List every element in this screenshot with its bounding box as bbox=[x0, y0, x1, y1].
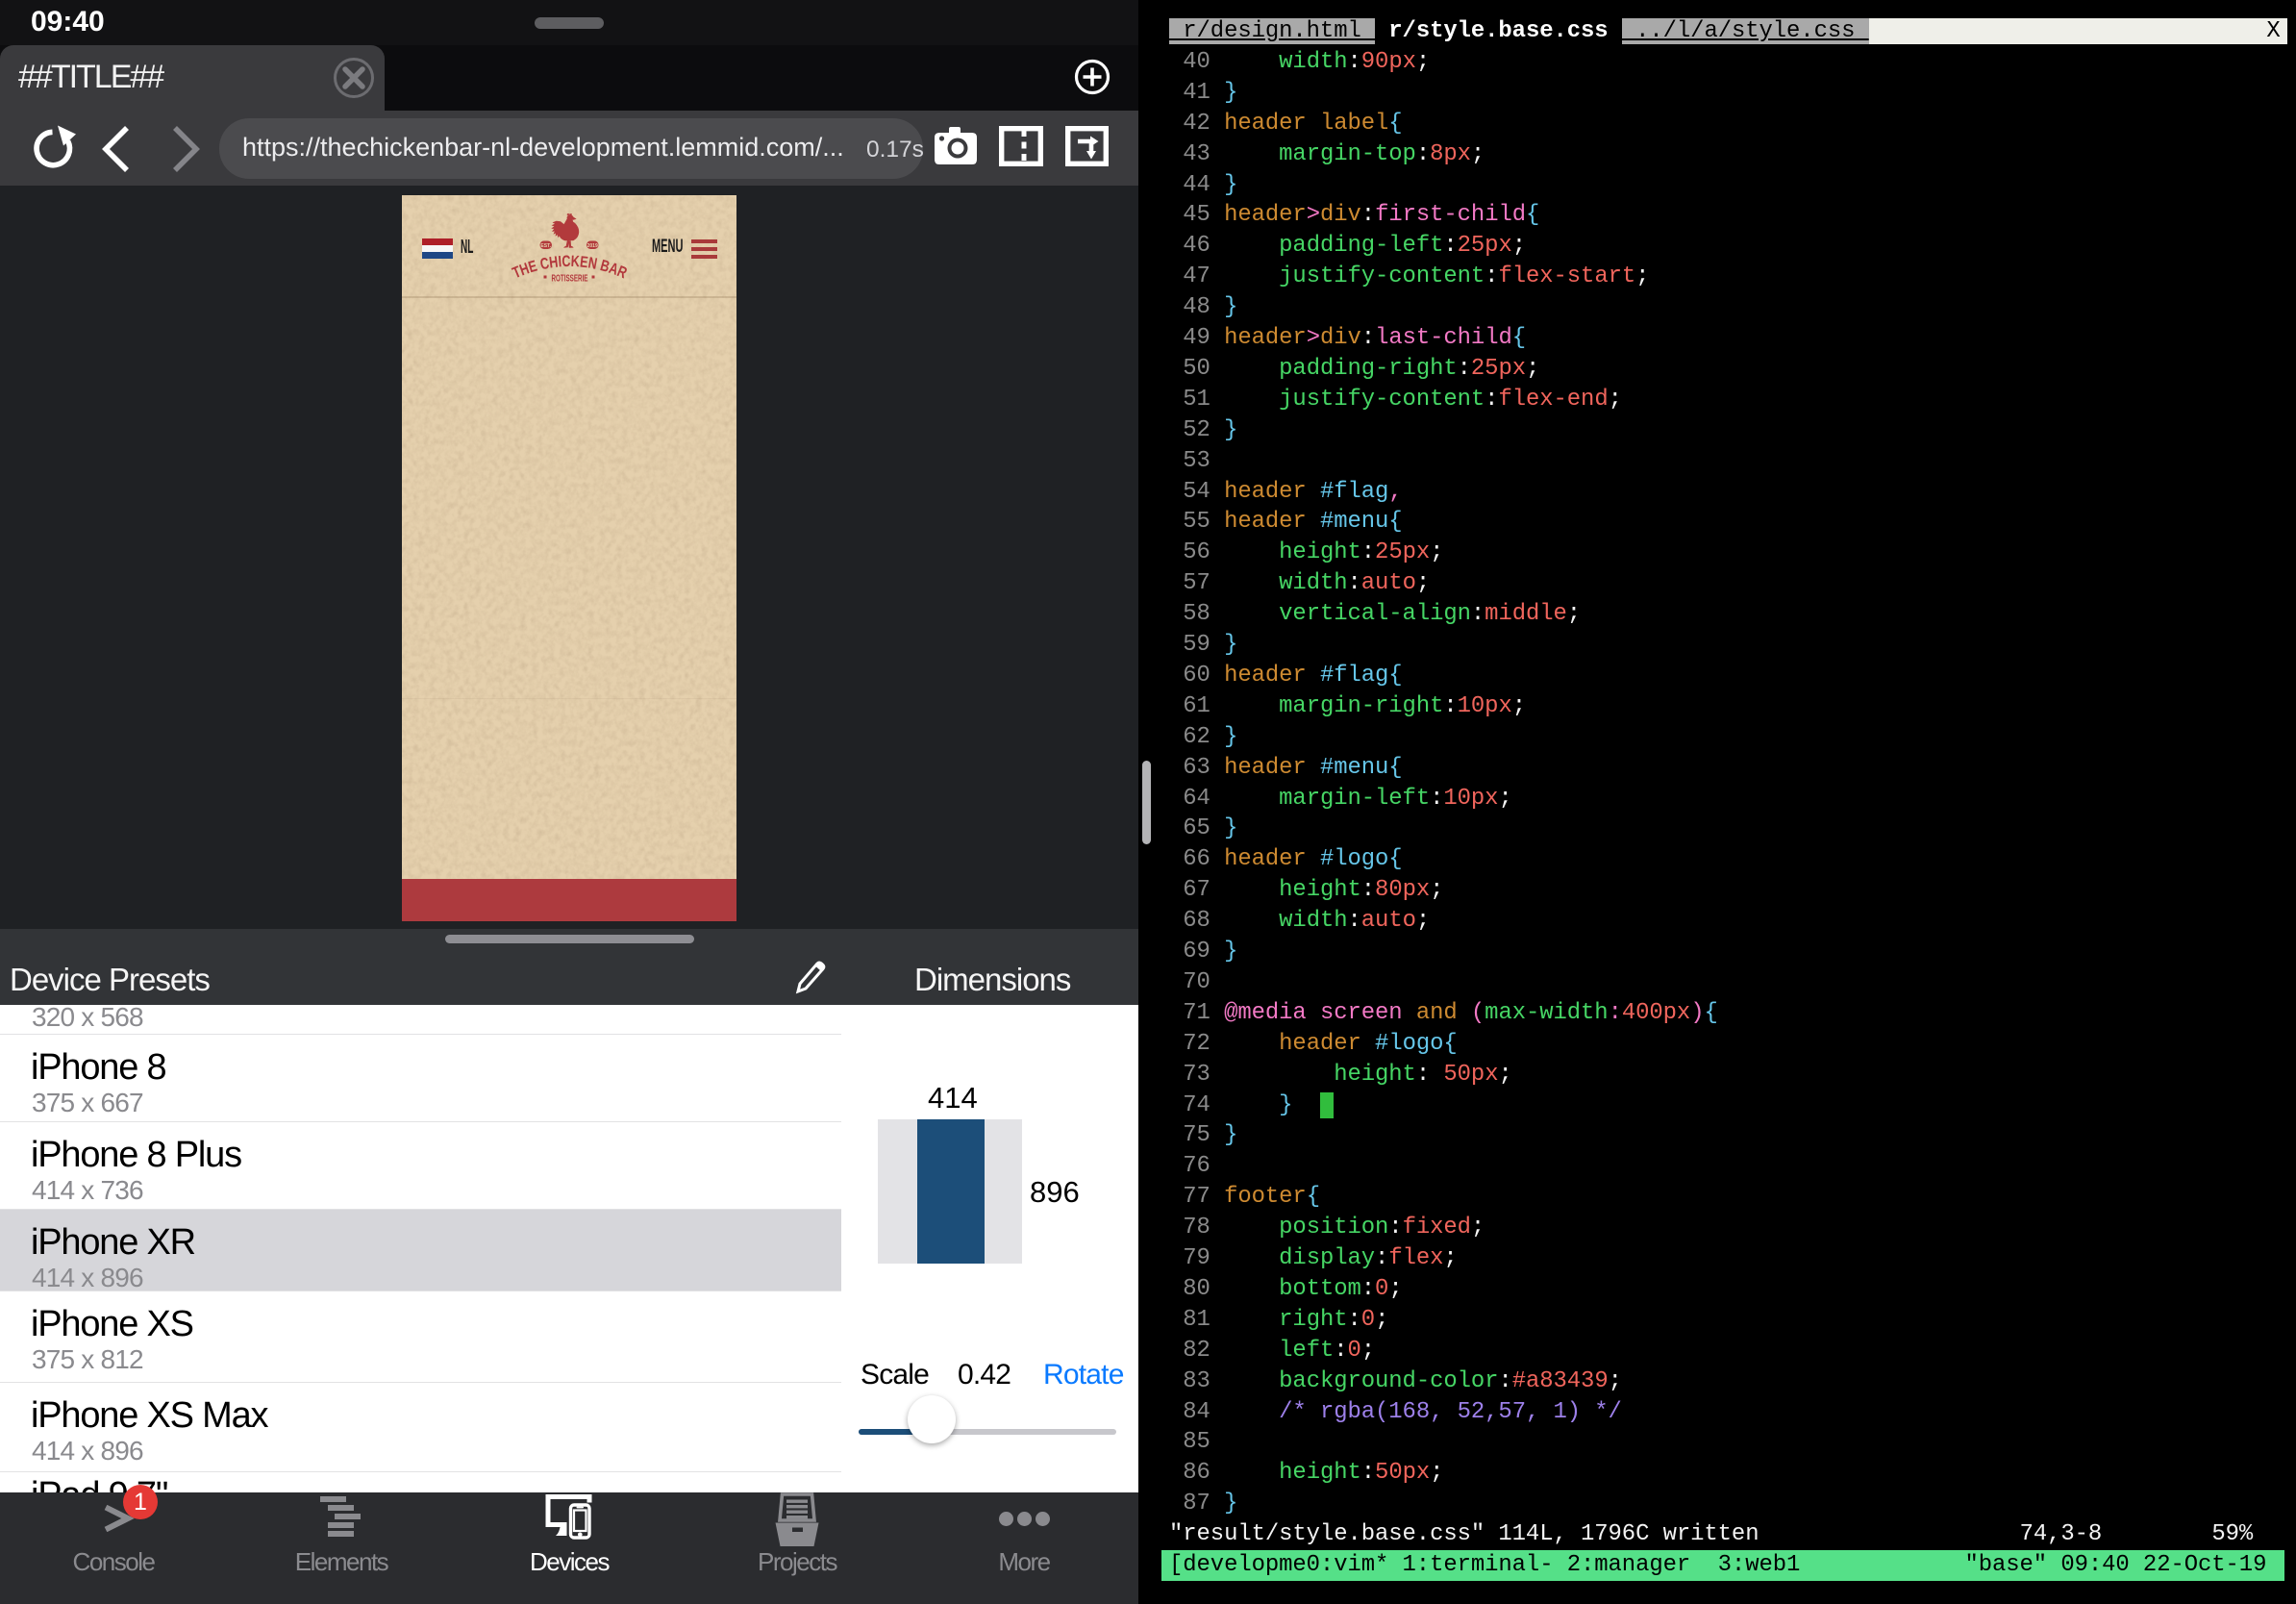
svg-text:EST.: EST. bbox=[540, 243, 551, 249]
svg-text:2019: 2019 bbox=[587, 243, 598, 249]
svg-text:ROTISSERIE: ROTISSERIE bbox=[552, 273, 588, 285]
